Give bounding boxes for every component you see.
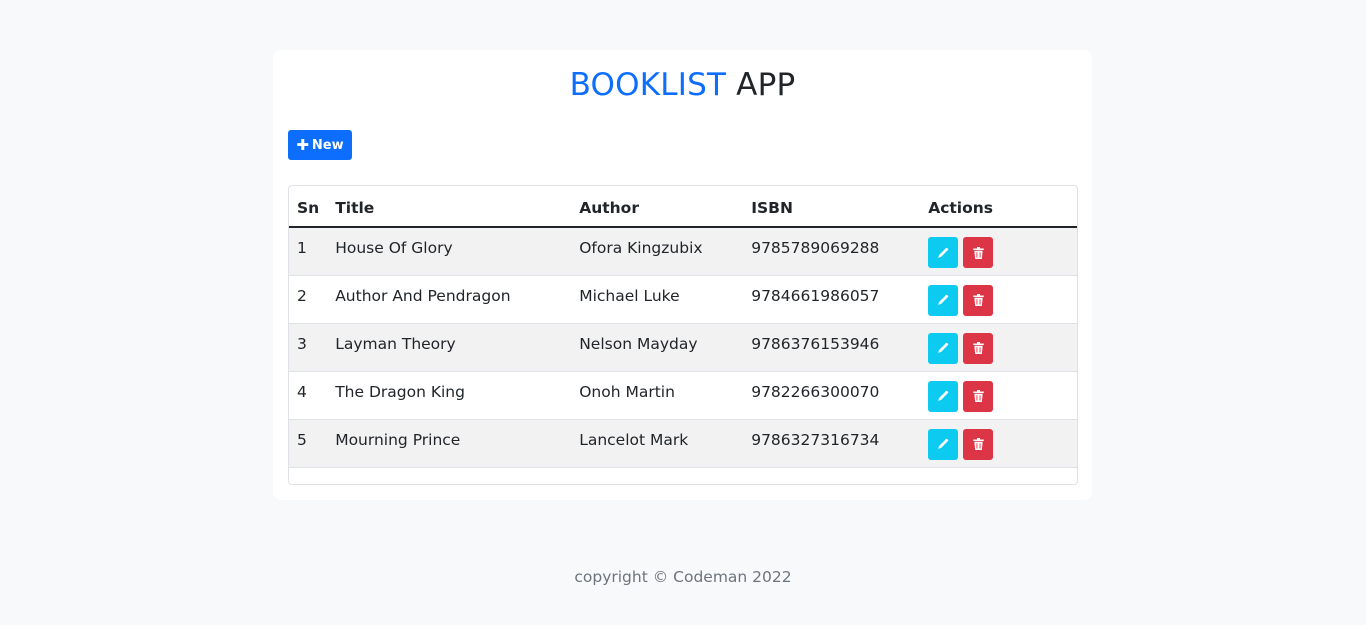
delete-button[interactable]	[963, 380, 994, 412]
table-header-row: Sn Title Author ISBN Actions	[289, 186, 1077, 228]
cell-title: Author And Pendragon	[327, 275, 572, 324]
table-row: 1 House Of Glory Ofora Kingzubix 9785789…	[289, 227, 1077, 276]
cell-sn: 4	[289, 371, 328, 420]
edit-button[interactable]	[928, 284, 959, 316]
row-actions	[928, 237, 1069, 268]
cell-author: Michael Luke	[571, 275, 744, 324]
cell-sn: 3	[289, 323, 328, 372]
trash-icon	[972, 390, 984, 402]
table-row: 3 Layman Theory Nelson Mayday 9786376153…	[289, 323, 1077, 372]
trash-icon	[972, 438, 984, 450]
edit-button[interactable]	[928, 380, 959, 412]
cell-author: Lancelot Mark	[571, 419, 744, 468]
row-actions	[928, 332, 1069, 364]
cell-author: Ofora Kingzubix	[571, 227, 744, 276]
pencil-icon	[938, 294, 949, 305]
column-header-sn: Sn	[289, 186, 328, 228]
cell-actions	[920, 275, 1077, 324]
table-row: 5 Mourning Prince Lancelot Mark 97863273…	[289, 419, 1077, 468]
delete-button[interactable]	[963, 428, 994, 460]
cell-actions	[920, 371, 1077, 420]
cell-actions	[920, 227, 1077, 276]
cell-isbn: 9784661986057	[743, 275, 921, 324]
plus-icon: ✚	[296, 135, 309, 154]
title-rest: APP	[736, 67, 796, 103]
row-actions	[928, 380, 1069, 412]
delete-button[interactable]	[963, 284, 994, 316]
cell-title: House Of Glory	[327, 227, 572, 276]
column-header-actions: Actions	[920, 186, 1077, 228]
pencil-icon	[938, 342, 949, 353]
cell-actions	[920, 419, 1077, 468]
column-header-author: Author	[571, 186, 744, 228]
table-row: 2 Author And Pendragon Michael Luke 9784…	[289, 275, 1077, 324]
row-actions	[928, 428, 1069, 460]
edit-button[interactable]	[928, 332, 959, 364]
pencil-icon	[938, 247, 949, 258]
cell-sn: 1	[289, 227, 328, 276]
trash-icon	[972, 342, 984, 354]
delete-button[interactable]	[963, 237, 994, 268]
table-row: 4 The Dragon King Onoh Martin 9782266300…	[289, 371, 1077, 420]
delete-button[interactable]	[963, 332, 994, 364]
footer-copyright: copyright © Codeman 2022	[574, 568, 792, 586]
booklist-card: BOOKLIST APP ✚ New Sn Title Author ISBN …	[273, 50, 1092, 500]
trash-icon	[972, 246, 984, 259]
books-table-container: Sn Title Author ISBN Actions 1 House Of …	[288, 185, 1078, 485]
edit-button[interactable]	[928, 428, 959, 460]
cell-author: Nelson Mayday	[571, 323, 744, 372]
pencil-icon	[938, 390, 949, 401]
pencil-icon	[938, 438, 949, 449]
cell-isbn: 9786376153946	[743, 323, 921, 372]
cell-isbn: 9786327316734	[743, 419, 921, 468]
books-table: Sn Title Author ISBN Actions 1 House Of …	[289, 186, 1077, 468]
cell-sn: 5	[289, 419, 328, 468]
new-book-button[interactable]: ✚ New	[288, 130, 352, 160]
row-actions	[928, 284, 1069, 316]
edit-button[interactable]	[928, 237, 959, 268]
page-title: BOOKLIST APP	[273, 67, 1092, 103]
cell-actions	[920, 323, 1077, 372]
cell-isbn: 9782266300070	[743, 371, 921, 420]
cell-title: Mourning Prince	[327, 419, 572, 468]
cell-sn: 2	[289, 275, 328, 324]
trash-icon	[972, 294, 984, 306]
cell-author: Onoh Martin	[571, 371, 744, 420]
column-header-title: Title	[327, 186, 572, 228]
column-header-isbn: ISBN	[743, 186, 921, 228]
cell-title: Layman Theory	[327, 323, 572, 372]
cell-isbn: 9785789069288	[743, 227, 921, 276]
new-button-label: New	[311, 137, 344, 153]
cell-title: The Dragon King	[327, 371, 572, 420]
title-accent: BOOKLIST	[569, 67, 727, 103]
